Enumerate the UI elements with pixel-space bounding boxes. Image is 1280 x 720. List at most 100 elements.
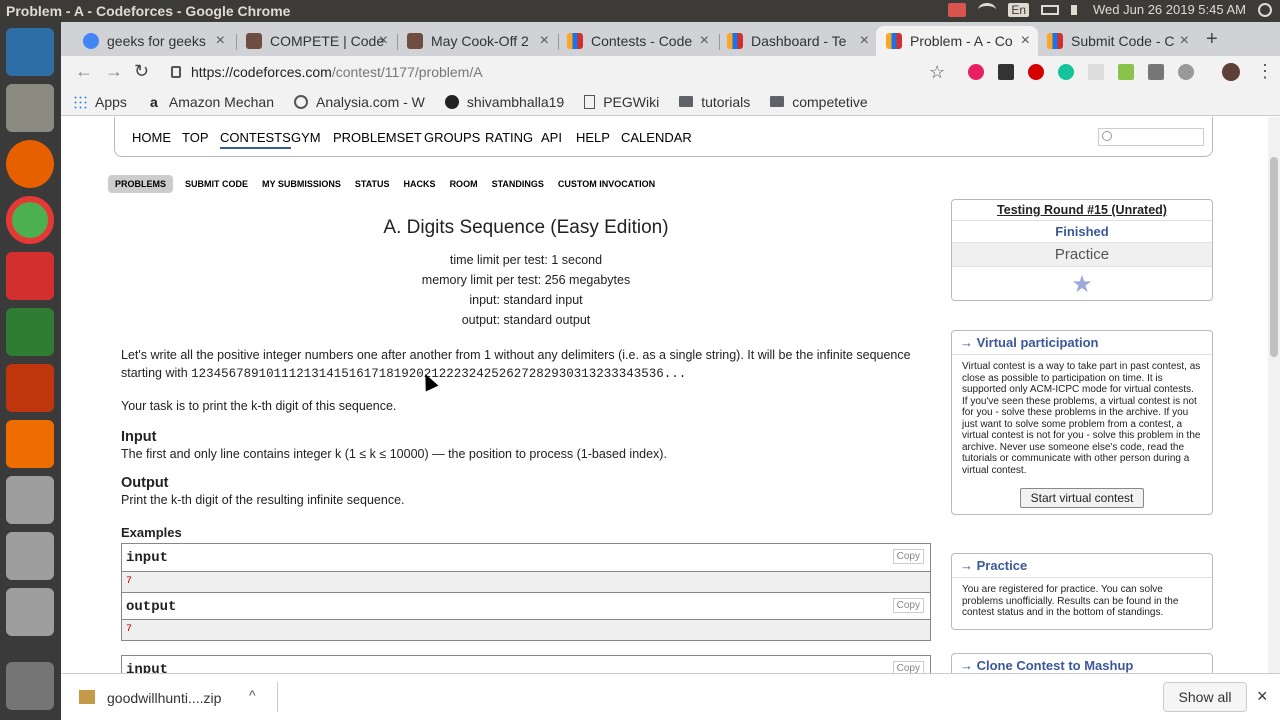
json-extension-icon[interactable] [998, 64, 1014, 80]
extension-icon[interactable] [1178, 64, 1194, 80]
search-input[interactable] [1098, 128, 1204, 146]
firefox-icon[interactable] [6, 140, 54, 188]
close-icon[interactable]: × [1180, 32, 1189, 50]
download-filename[interactable]: goodwillhunti....zip [107, 690, 221, 706]
menu-home[interactable]: HOME [132, 130, 171, 145]
tab-label: geeks for geeks [107, 33, 206, 49]
grammarly-icon[interactable] [1058, 64, 1074, 80]
copy-button[interactable]: Copy [892, 661, 924, 673]
input-file: input: standard input [469, 293, 583, 307]
start-virtual-contest-button[interactable]: Start virtual contest [1020, 488, 1144, 508]
menu-kebab-icon[interactable]: ⋮ [1256, 61, 1274, 82]
menu-contests[interactable]: CONTESTS [220, 130, 291, 149]
power-gear-icon[interactable] [1258, 3, 1272, 17]
presentation-icon[interactable] [6, 364, 54, 412]
copy-button[interactable]: Copy [892, 598, 924, 613]
extension-icon[interactable] [968, 64, 984, 80]
clone-contest-title[interactable]: → Clone Contest to Mashup [952, 654, 1212, 673]
tab-strip: geeks for geeks × COMPETE | Code × May C… [61, 22, 1280, 56]
sub-menu-submit-code[interactable]: SUBMIT CODE [185, 179, 248, 189]
extension-icon[interactable] [1088, 64, 1104, 80]
extension-off-icon[interactable] [1148, 64, 1164, 80]
bookmark-github[interactable]: shivambhalla19 [444, 94, 564, 110]
reload-icon[interactable]: ↻ [134, 61, 149, 82]
close-icon[interactable]: × [379, 32, 388, 50]
wifi-icon[interactable] [978, 2, 997, 17]
extension-icon[interactable] [1118, 64, 1134, 80]
menu-rating[interactable]: RATING [485, 130, 533, 145]
sample-output-header: output Copy [122, 592, 930, 620]
camera-icon[interactable] [948, 2, 967, 17]
close-icon[interactable]: × [540, 32, 549, 50]
drive-icon[interactable] [6, 476, 54, 524]
menu-problemset[interactable]: PROBLEMSET [333, 130, 422, 145]
address-bar[interactable]: https://codeforces.com/contest/1177/prob… [171, 59, 961, 85]
chevron-up-icon[interactable]: ^ [249, 687, 256, 703]
favourite-star[interactable]: ★ [952, 266, 1212, 300]
tab-contests[interactable]: Contests - Code × [557, 26, 717, 56]
tab-label: Problem - A - Co [910, 33, 1013, 49]
bookmark-amazon[interactable]: a Amazon Mechan [147, 94, 274, 110]
menu-help[interactable]: HELP [576, 130, 610, 145]
bookmark-star-icon[interactable]: ☆ [929, 62, 945, 83]
sub-menu-my-submissions[interactable]: MY SUBMISSIONS [262, 179, 341, 189]
tab-submit[interactable]: Submit Code - C × [1037, 26, 1197, 56]
files-icon[interactable] [6, 84, 54, 132]
menu-top[interactable]: TOP [182, 130, 209, 145]
bookmark-apps[interactable]: Apps [73, 94, 127, 110]
sub-menu-status[interactable]: STATUS [355, 179, 390, 189]
close-icon[interactable]: × [700, 32, 709, 50]
close-icon[interactable]: × [860, 32, 869, 50]
round-name[interactable]: Testing Round #15 (Unrated) [952, 200, 1212, 220]
menu-gym[interactable]: GYM [291, 130, 321, 145]
star-icon[interactable]: ★ [1071, 271, 1093, 298]
trash-icon[interactable] [6, 662, 54, 710]
legend-task: Your task is to print the k-th digit of … [121, 399, 397, 413]
keyboard-language[interactable]: En [1008, 2, 1030, 17]
show-all-button[interactable]: Show all [1163, 682, 1247, 712]
adblock-icon[interactable] [1028, 64, 1044, 80]
chrome-icon[interactable] [6, 196, 54, 244]
close-icon[interactable]: × [1021, 32, 1030, 50]
sub-menu-standings[interactable]: STANDINGS [492, 179, 544, 189]
sub-menu-problems[interactable]: PROBLEMS [108, 175, 174, 193]
menu-calendar[interactable]: CALENDAR [621, 130, 692, 145]
drive-icon[interactable] [6, 532, 54, 580]
profile-avatar[interactable] [1222, 63, 1240, 81]
sub-menu-room[interactable]: ROOM [450, 179, 478, 189]
problem-statement: A. Digits Sequence (Easy Edition) time l… [121, 197, 931, 673]
software-center-icon[interactable] [6, 252, 54, 300]
drive-icon[interactable] [6, 588, 54, 636]
page-scrollbar[interactable] [1268, 117, 1280, 673]
close-icon[interactable]: × [216, 32, 225, 50]
atom-icon[interactable] [6, 308, 54, 356]
forward-icon[interactable]: → [105, 61, 123, 82]
tab-dashboard[interactable]: Dashboard - Te × [717, 26, 877, 56]
tab-problem[interactable]: Problem - A - Co × [876, 26, 1038, 56]
sub-menu-hacks[interactable]: HACKS [404, 179, 436, 189]
bookmark-competetive[interactable]: competetive [770, 94, 868, 110]
bookmark-tutorials[interactable]: tutorials [679, 94, 750, 110]
menu-api[interactable]: API [541, 130, 562, 145]
new-tab-button[interactable]: + [1206, 28, 1218, 51]
copy-button[interactable]: Copy [892, 549, 924, 564]
sub-menu-custom-invocation[interactable]: CUSTOM INVOCATION [558, 179, 655, 189]
menu-groups[interactable]: GROUPS [424, 130, 480, 145]
ubuntu-dash-icon[interactable] [6, 28, 54, 76]
sample-test: input Copy [121, 655, 931, 673]
scrollbar-thumb[interactable] [1270, 157, 1278, 357]
tab-cookoff[interactable]: May Cook-Off 2 × [397, 26, 557, 56]
apps-grid-icon [73, 94, 87, 109]
lock-icon[interactable] [171, 66, 181, 78]
back-icon[interactable]: ← [75, 61, 93, 82]
close-icon[interactable]: × [1257, 686, 1268, 707]
vlc-icon[interactable] [6, 420, 54, 468]
clock[interactable]: Wed Jun 26 2019 5:45 AM [1093, 2, 1246, 17]
tab-geeks[interactable]: geeks for geeks × [73, 26, 233, 56]
tab-compete[interactable]: COMPETE | Code × [236, 26, 396, 56]
bookmark-pegwiki[interactable]: PEGWiki [584, 94, 659, 110]
volume-icon[interactable] [1071, 4, 1081, 15]
bookmark-analysia[interactable]: Analysia.com - W [293, 94, 425, 110]
legend-sequence: 1234567891011121314151617181920212223242… [191, 367, 687, 381]
battery-icon[interactable] [1041, 4, 1060, 15]
